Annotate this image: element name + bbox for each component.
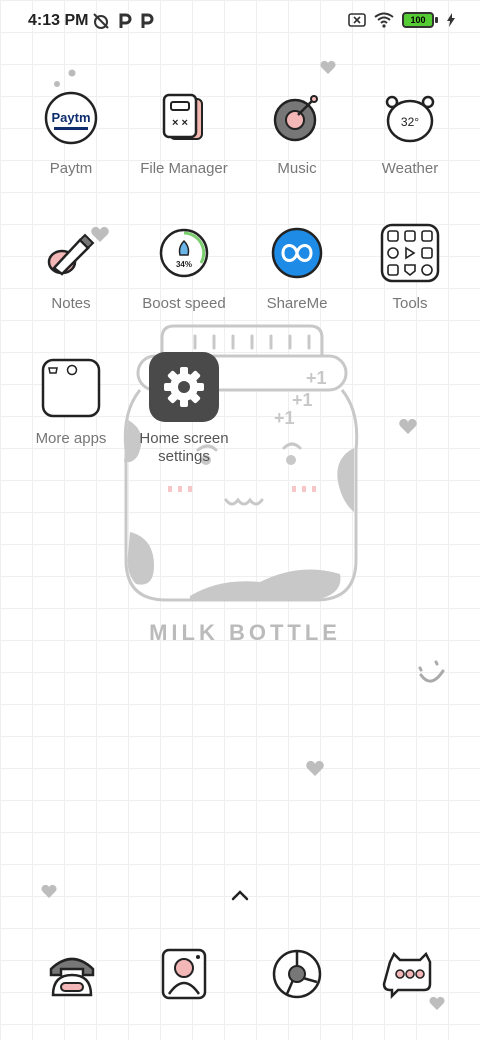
app-label: File Manager	[140, 160, 228, 177]
paytm-logo-text: Paytm	[51, 110, 90, 125]
contacts-icon	[161, 948, 207, 1000]
status-time: 4:13 PM	[28, 12, 89, 29]
app-weather[interactable]: 32° Weather	[350, 86, 470, 178]
status-bar: 4:13 PM 100	[0, 0, 480, 44]
phone-icon	[49, 957, 95, 997]
folder-tools[interactable]: Tools	[350, 221, 470, 313]
app-home-screen-settings[interactable]: Home screen settings	[124, 352, 244, 466]
folder-more-apps[interactable]: More apps	[11, 356, 131, 448]
charging-icon	[447, 13, 455, 27]
app-label: Home screen settings	[139, 430, 229, 465]
p-notification-icon	[119, 13, 132, 28]
app-label: Tools	[392, 295, 428, 312]
svg-text:+1: +1	[292, 390, 313, 410]
weather-temp: 32°	[401, 115, 419, 129]
wallpaper-title: MILK BOTTLE	[149, 620, 341, 645]
p-notification-icon-2	[141, 13, 154, 28]
svg-text:+1: +1	[306, 368, 327, 388]
app-notes[interactable]: Notes	[11, 221, 131, 313]
no-sim-icon	[348, 13, 366, 27]
app-label: Boost speed	[142, 295, 226, 312]
app-shareme[interactable]: ShareMe	[237, 221, 357, 313]
dock-phone[interactable]	[42, 944, 102, 1004]
app-label: Notes	[51, 295, 91, 312]
dock-contacts[interactable]	[154, 944, 214, 1004]
battery-level: 100	[410, 15, 426, 25]
file-manager-icon: × ×	[152, 86, 216, 150]
alarm-off-icon	[93, 13, 109, 29]
shareme-icon	[265, 221, 329, 285]
paytm-icon: Paytm	[39, 86, 103, 150]
gear-icon	[149, 352, 219, 422]
app-paytm[interactable]: Paytm Paytm	[11, 86, 131, 178]
boost-percent: 34%	[176, 260, 192, 269]
battery-indicator: 100	[402, 12, 438, 28]
heart-decorations	[41, 60, 445, 1010]
browser-icon	[272, 949, 322, 999]
notes-icon	[39, 221, 103, 285]
boost-speed-icon: 34%	[152, 221, 216, 285]
dock-messages[interactable]	[380, 944, 440, 1004]
app-label: Music	[277, 160, 317, 177]
messages-icon	[382, 951, 432, 1000]
app-label: Weather	[381, 160, 439, 177]
app-label: Paytm	[49, 160, 93, 177]
app-boost-speed[interactable]: 34% Boost speed	[124, 221, 244, 313]
dock-browser[interactable]	[267, 944, 327, 1004]
wifi-icon	[374, 12, 394, 28]
music-icon	[265, 86, 329, 150]
svg-text:× ×: × ×	[172, 117, 188, 129]
app-music[interactable]: Music	[237, 86, 357, 178]
weather-icon: 32°	[378, 86, 442, 150]
app-label: ShareMe	[266, 295, 328, 312]
app-file-manager[interactable]: × × File Manager	[124, 86, 244, 178]
svg-text:+1: +1	[274, 408, 295, 428]
chevron-up-icon[interactable]	[228, 886, 252, 904]
more-apps-folder-icon	[39, 356, 103, 420]
app-label: More apps	[35, 430, 107, 447]
tools-folder-icon	[378, 221, 442, 285]
